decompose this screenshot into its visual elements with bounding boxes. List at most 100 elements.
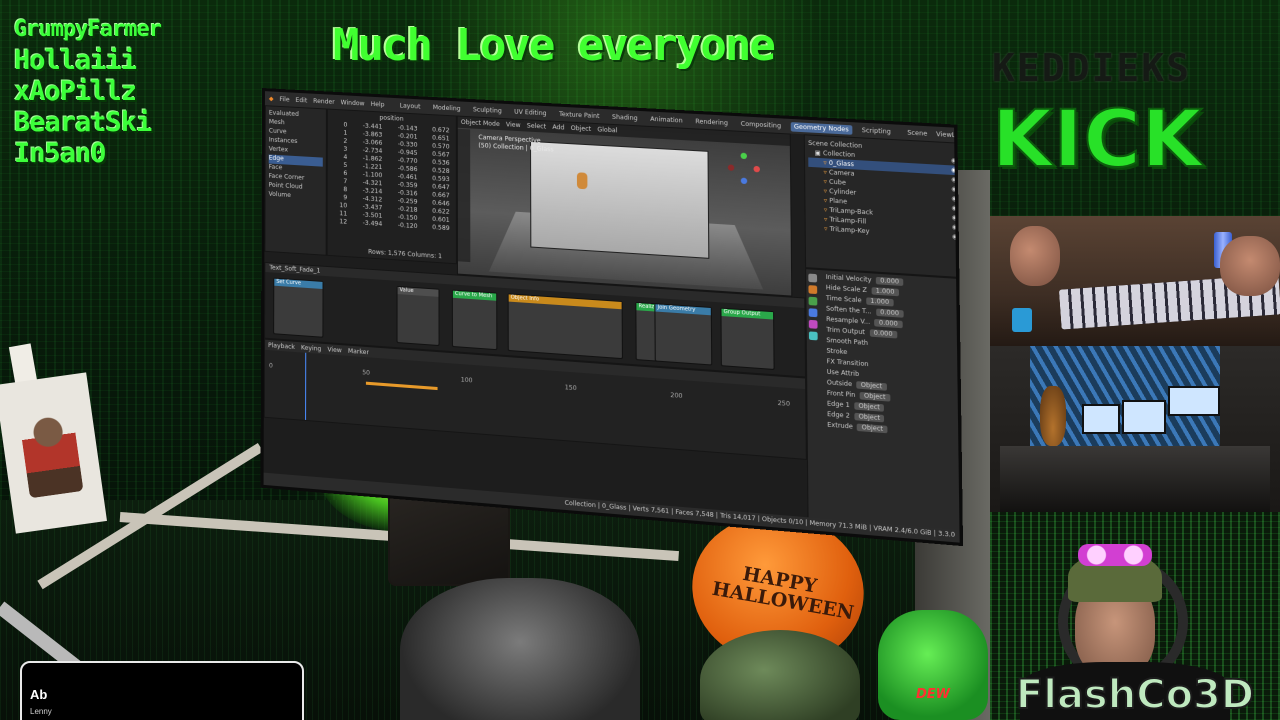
kick-logo: KEDDIEKS KICK (991, 46, 1280, 216)
blender-window[interactable]: ◆ File Edit Render Window Help Layout Modelin… (260, 88, 964, 547)
tab-rendering[interactable]: Rendering (692, 116, 731, 127)
property-value[interactable]: Object (856, 381, 887, 391)
desk (1000, 446, 1270, 512)
menu-item-edit[interactable]: Edit (296, 96, 308, 104)
eye-icon[interactable]: ◉ (952, 223, 958, 231)
property-value[interactable]: 0.000 (875, 308, 904, 318)
timeline-menu-item[interactable]: Playback (268, 341, 295, 350)
property-label: Trim Output (826, 326, 866, 337)
alert-box: Ab Lenny (20, 661, 304, 720)
property-label: Initial Velocity (825, 273, 872, 284)
property-value[interactable]: 1.000 (871, 287, 899, 297)
property-label: Resample V... (826, 315, 871, 327)
viewport-menu-item[interactable]: Object Mode (461, 119, 500, 128)
menu-item-help[interactable]: Help (371, 100, 385, 108)
property-value[interactable]: 0.000 (875, 276, 904, 287)
property-label: Edge 1 (826, 400, 850, 410)
eye-icon[interactable]: ◉ (952, 214, 958, 222)
viewport-menu-item[interactable]: Add (552, 124, 564, 132)
tab-compositing[interactable]: Compositing (738, 119, 785, 131)
property-label: Hide Scale Z (825, 284, 867, 295)
outliner-item-label: Cube (829, 178, 846, 187)
tab-uv-editing[interactable]: UV Editing (511, 107, 550, 118)
properties-editor[interactable]: Initial Velocity 0.000 Hide Scale Z 1.000 Ti… (805, 268, 964, 547)
love-banner: Much Love everyone (333, 20, 776, 71)
node[interactable]: Group Output (720, 307, 775, 371)
node[interactable]: Join Geometry (654, 303, 713, 366)
property-label: Front Pin (826, 389, 856, 400)
viewport-menu-item[interactable]: View (506, 121, 521, 129)
eye-icon[interactable]: ◉ (951, 195, 957, 203)
viewport-menu-item[interactable]: Global (597, 126, 617, 134)
eye-icon[interactable]: ◉ (951, 204, 957, 212)
property-value[interactable]: 1.000 (865, 297, 894, 307)
soda-bottle: DEW (878, 610, 988, 720)
property-value[interactable]: Object (854, 402, 885, 412)
desk-monitor-center (1122, 400, 1166, 434)
eye-icon[interactable]: ◉ (951, 166, 957, 174)
eye-icon[interactable]: ◉ (951, 185, 957, 193)
desk-cam (990, 346, 1280, 512)
property-label: Time Scale (825, 294, 862, 305)
outliner[interactable]: Scene Collection ▣ Collection ◉ ▿ 0_Glass ◉ ▿ C… (803, 134, 963, 279)
timeline-menu-item[interactable]: View (327, 346, 341, 354)
outliner-item-label: Plane (829, 197, 848, 206)
viewport-menu-item[interactable]: Select (527, 122, 546, 130)
property-value[interactable]: Object (854, 412, 885, 423)
menu-item-file[interactable]: File (280, 95, 290, 103)
table-cell: -0.120 (397, 221, 418, 230)
playhead[interactable] (305, 352, 307, 420)
tab-texture-paint[interactable]: Texture Paint (556, 109, 603, 121)
keyframe-strip (365, 381, 438, 391)
menu-item-render[interactable]: Render (313, 97, 334, 105)
eye-icon[interactable]: ◉ (952, 233, 958, 241)
property-value[interactable]: 0.000 (874, 318, 903, 329)
tab-modeling[interactable]: Modeling (430, 102, 464, 113)
alert-subtitle: Lenny (30, 707, 52, 716)
timeline-menu-item[interactable]: Keying (301, 344, 321, 353)
timeline-tick: 100 (460, 376, 473, 385)
node[interactable]: Set Curve (273, 277, 324, 338)
property-label: Stroke (826, 347, 848, 357)
tab-layout[interactable]: Layout (397, 101, 424, 112)
menu-item-window[interactable]: Window (341, 99, 365, 107)
3d-viewport[interactable]: Object Mode View Select Add Object Global Cam… (456, 115, 793, 297)
tab-animation[interactable]: Animation (647, 114, 686, 125)
eye-icon[interactable]: ◉ (951, 157, 957, 165)
tab-scripting[interactable]: Scripting (858, 125, 894, 136)
property-label: Edge 2 (827, 410, 850, 420)
timeline-menu-item[interactable]: Marker (348, 347, 369, 356)
donor-list: GrumpyFarmer Hollaiii xAoPillz BearatSki… (14, 14, 264, 169)
navigation-gizmo[interactable] (727, 152, 760, 185)
tab-shading[interactable]: Shading (609, 112, 641, 123)
property-value[interactable]: 0.000 (869, 329, 898, 339)
blender-logo-icon[interactable]: ◆ (269, 95, 274, 102)
spreadsheet-editor: position 0 -3.441 -0.143 0.672 1 -3.863 -0.201… (326, 108, 457, 265)
tab-geometry-nodes[interactable]: Geometry Nodes (790, 121, 853, 135)
node-title: Object Info (508, 294, 622, 310)
alert-title: Ab (30, 687, 48, 702)
node[interactable]: Value (396, 285, 440, 347)
domain-item[interactable]: Volume (269, 191, 323, 203)
eye-icon[interactable]: ◉ (951, 176, 957, 184)
mug (1012, 308, 1032, 332)
object-icon: ▿ (823, 168, 827, 177)
node[interactable]: Object Info (507, 293, 623, 360)
viewport-toolbar[interactable] (457, 128, 471, 263)
kick-handle: KEDDIEKS (992, 46, 1192, 90)
property-value[interactable]: Object (859, 391, 890, 402)
property-label: Smooth Path (826, 336, 869, 348)
property-value[interactable]: Object (857, 423, 888, 434)
node[interactable]: Curve to Mesh (451, 289, 498, 351)
tab-sculpting[interactable]: Sculpting (470, 105, 505, 116)
object-icon: ▿ (824, 225, 828, 233)
viewport-menu-item[interactable]: Object (571, 125, 591, 133)
object-icon: ▿ (823, 187, 828, 196)
goggles (1078, 544, 1152, 566)
donor-name: Hollaiii (14, 45, 137, 76)
scene-selector[interactable]: Scene (907, 129, 927, 137)
property-label: Extrude (827, 421, 853, 431)
timeline-tick: 50 (362, 369, 371, 377)
node-title: Group Output (721, 308, 774, 320)
outliner-item-label: TriLamp-Key (829, 225, 870, 236)
